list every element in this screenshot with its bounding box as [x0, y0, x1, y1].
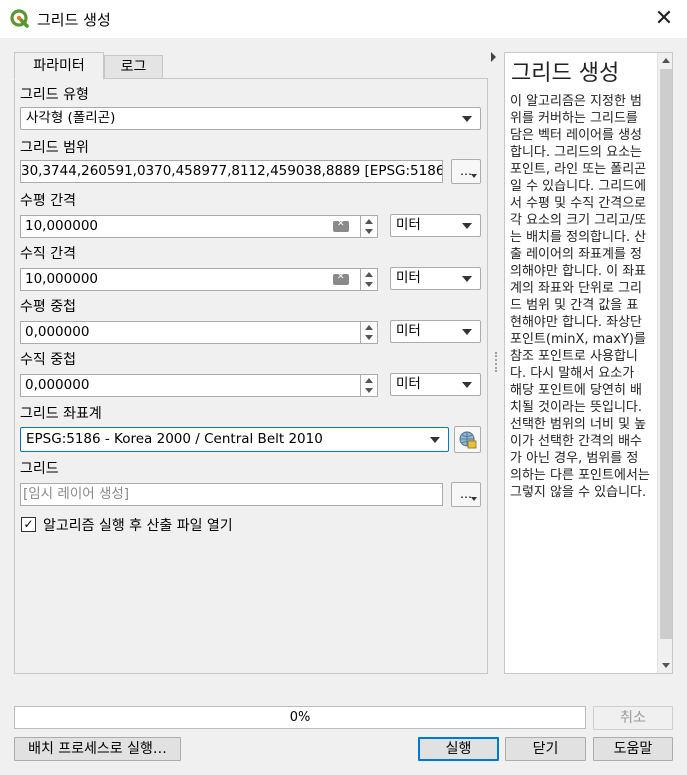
output-input[interactable]: [임시 레이어 생성] [20, 483, 443, 506]
crs-value: EPSG:5186 - Korea 2000 / Central Belt 20… [26, 431, 323, 447]
progress-bar: 0% [14, 706, 586, 729]
grid-type-select[interactable]: 사각형 (폴리곤) [20, 107, 481, 130]
scroll-down-icon[interactable] [662, 663, 670, 668]
spin-up-icon[interactable] [365, 378, 373, 383]
crs-selector-button[interactable] [454, 426, 481, 453]
spin-down-icon[interactable] [365, 282, 373, 287]
help-title: 그리드 생성 [511, 61, 620, 86]
chevron-down-icon [430, 437, 440, 443]
h-spacing-label: 수평 간격 [20, 193, 76, 209]
spin-up-icon[interactable] [365, 272, 373, 277]
output-options-button[interactable]: … [451, 482, 481, 507]
v-spacing-unit-select[interactable]: 미터 [390, 267, 481, 290]
crs-label: 그리드 좌표계 [20, 406, 102, 422]
h-overlay-unit-select[interactable]: 미터 [390, 320, 481, 343]
help-panel: 그리드 생성 이 알고리즘은 지정한 범위를 커버하는 그리드를 담은 벡터 레… [504, 52, 673, 674]
crs-select[interactable]: EPSG:5186 - Korea 2000 / Central Belt 20… [20, 427, 449, 452]
h-overlay-input[interactable]: 0,000000 [20, 321, 361, 344]
grid-extent-label: 그리드 범위 [20, 140, 89, 156]
h-spacing-unit-value: 미터 [396, 217, 421, 233]
v-overlay-input[interactable]: 0,000000 [20, 374, 361, 397]
chevron-down-icon [462, 116, 472, 122]
v-spacing-unit-value: 미터 [396, 270, 421, 286]
tab-parameters[interactable]: 파라미터 [14, 52, 104, 80]
h-spacing-unit-select[interactable]: 미터 [390, 214, 481, 237]
v-spacing-input[interactable]: 10,000000 [20, 268, 361, 291]
open-output-label: 알고리즘 실행 후 산출 파일 열기 [43, 518, 233, 534]
spin-down-icon[interactable] [365, 388, 373, 393]
chevron-down-icon [462, 276, 472, 282]
grid-type-value: 사각형 (폴리곤) [26, 110, 116, 126]
collapse-help-icon[interactable] [491, 52, 496, 62]
help-button[interactable]: 도움말 [593, 737, 673, 761]
chevron-down-icon [471, 497, 477, 501]
clear-icon[interactable] [333, 219, 349, 232]
spin-down-icon[interactable] [365, 335, 373, 340]
title-bar: 그리드 생성 ✕ [0, 0, 687, 38]
h-spacing-input[interactable]: 10,000000 [20, 215, 361, 238]
close-button[interactable]: 닫기 [505, 737, 586, 761]
h-overlay-label: 수평 중첩 [20, 299, 76, 315]
spin-down-icon[interactable] [365, 229, 373, 234]
open-output-checkbox[interactable]: ✓ [21, 517, 36, 532]
v-overlay-label: 수직 중첩 [20, 352, 76, 368]
v-spacing-stepper[interactable] [361, 268, 378, 291]
chevron-down-icon [462, 329, 472, 335]
run-button[interactable]: 실행 [418, 737, 499, 761]
cancel-button[interactable]: 취소 [593, 706, 673, 730]
v-spacing-label: 수직 간격 [20, 246, 76, 262]
qgis-logo-icon [10, 9, 29, 28]
window-title: 그리드 생성 [37, 11, 111, 29]
spin-up-icon[interactable] [365, 219, 373, 224]
splitter-handle[interactable] [495, 352, 497, 372]
v-overlay-unit-select[interactable]: 미터 [390, 373, 481, 396]
scroll-thumb[interactable] [660, 69, 672, 639]
output-label: 그리드 [20, 461, 59, 477]
help-text: 이 알고리즘은 지정한 범위를 커버하는 그리드를 담은 벡터 레이어를 생성합… [510, 94, 650, 500]
grid-extent-input[interactable]: 30,3744,260591,0370,458977,8112,459038,8… [20, 160, 443, 183]
help-scrollbar[interactable] [657, 53, 672, 673]
v-overlay-stepper[interactable] [361, 374, 378, 397]
h-spacing-stepper[interactable] [361, 215, 378, 238]
chevron-down-icon [471, 174, 477, 178]
chevron-down-icon [462, 382, 472, 388]
clear-icon[interactable] [333, 272, 349, 285]
spin-up-icon[interactable] [365, 325, 373, 330]
batch-process-button[interactable]: 배치 프로세스로 실행… [14, 737, 181, 761]
h-overlay-unit-value: 미터 [396, 323, 421, 339]
h-overlay-stepper[interactable] [361, 321, 378, 344]
chevron-down-icon [462, 223, 472, 229]
tab-log[interactable]: 로그 [104, 55, 163, 79]
close-window-icon[interactable]: ✕ [646, 2, 682, 36]
scroll-up-icon[interactable] [662, 58, 670, 63]
v-overlay-unit-value: 미터 [396, 376, 421, 392]
globe-icon [459, 431, 476, 449]
grid-type-label: 그리드 유형 [20, 87, 89, 103]
grid-extent-options-button[interactable]: … [451, 159, 481, 184]
